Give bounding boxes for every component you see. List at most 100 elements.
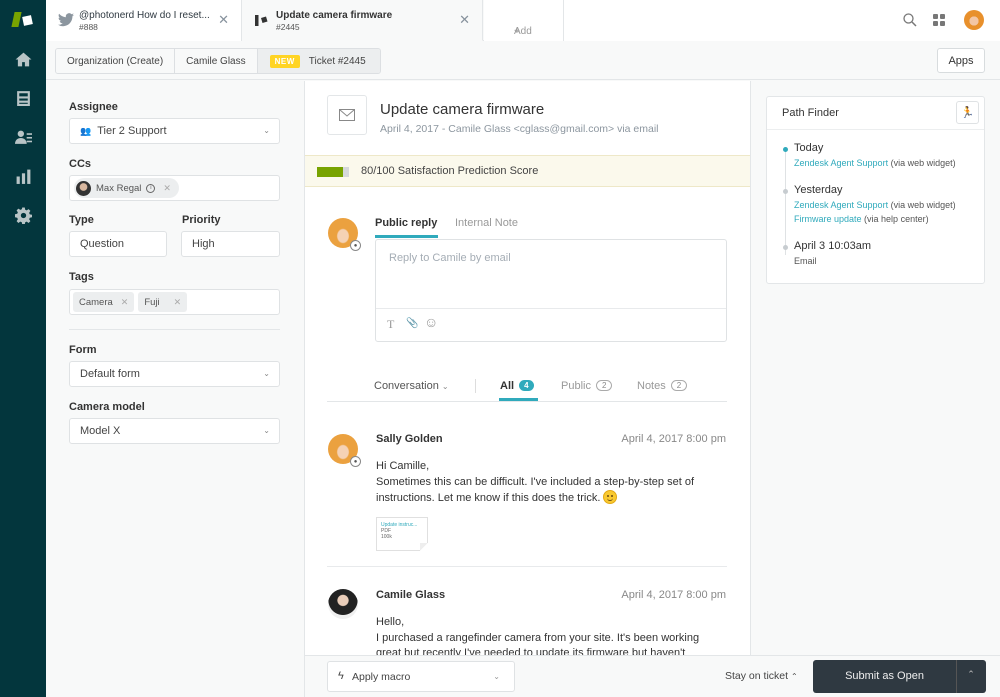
email-icon [339,109,355,121]
apps-button[interactable]: Apps [937,48,985,73]
path-finder-button[interactable]: 🏃 [956,101,979,124]
submit-options-chevron-icon[interactable]: ⌃ [956,669,986,680]
tab-public-reply[interactable]: Public reply [375,217,437,229]
home-icon [15,52,31,66]
chevron-down-icon: ⌄ [493,672,500,681]
filter-notes[interactable]: Notes 2 [637,380,688,392]
priority-label: Priority [182,214,221,226]
ccs-label: CCs [69,158,92,170]
info-icon[interactable]: i [146,183,156,193]
message-author[interactable]: Camile Glass [376,589,445,601]
nav-customers[interactable] [0,122,46,152]
nav-admin[interactable] [0,200,46,230]
remove-icon[interactable]: ✕ [174,297,182,308]
agent-icon: ● [350,240,361,251]
submit-button[interactable]: Submit as Open ⌃ [813,660,986,693]
ccs-field[interactable]: Max Regal i ✕ [69,175,280,201]
avatar [328,589,358,619]
reply-editor[interactable]: Reply to Camile by email T 📎 ☺ [375,239,727,342]
tags-field[interactable]: Camera ✕ Fuji ✕ [69,289,280,315]
timeline-entry: Firmware update (via help center) [794,214,929,224]
attachment-thumbnail[interactable]: Update instruc... PDF 100k [376,517,428,551]
camera-model-select[interactable]: Model X ⌄ [69,418,280,444]
tab-ticket-number: #2445 [276,22,300,32]
text-format-icon[interactable]: T [387,317,394,332]
message-author[interactable]: Sally Golden [376,433,443,445]
satisfaction-prediction: 80/100 Satisfaction Prediction Score [305,155,750,187]
active-tab-indicator [375,235,438,238]
tab-title: @photonerd How do I reset... [79,10,210,21]
path-finder-card: Path Finder 🏃 Today Zendesk Agent Suppor… [766,96,985,284]
tab-internal-note[interactable]: Internal Note [455,217,518,229]
timeline-entry: Zendesk Agent Support (via web widget) [794,200,956,210]
close-icon[interactable]: ✕ [459,12,470,28]
group-icon: 👥 [80,125,92,136]
message-timestamp: April 4, 2017 8:00 pm [621,589,726,601]
ticket-meta: April 4, 2017 - Camile Glass <cglass@gma… [380,123,659,135]
divider [69,329,280,330]
assignee-select[interactable]: 👥 Tier 2 Support ⌄ [69,118,280,144]
twitter-icon [58,13,74,27]
user-avatar[interactable] [964,10,984,30]
product-tray-icon[interactable] [933,14,945,26]
breadcrumb-organization[interactable]: Organization (Create) [56,49,176,73]
ticket-action-bar: ϟ Apply macro ⌄ Stay on ticket ⌃ Submit … [305,655,1000,697]
nav-home[interactable] [0,44,46,74]
nav-views[interactable] [0,83,46,113]
priority-select[interactable]: High [181,231,280,257]
attachment-icon[interactable]: 📎 [406,318,418,329]
chevron-down-icon: ⌄ [263,126,270,135]
filter-all[interactable]: All 4 [500,380,534,392]
visited-page-link[interactable]: Zendesk Agent Support [794,158,888,168]
type-select[interactable]: Question [69,231,167,257]
timeline-channel: Email [794,256,817,266]
breadcrumb: Organization (Create) Camile Glass NEW T… [55,48,381,74]
visited-page-link[interactable]: Firmware update [794,214,862,224]
ticket-subject[interactable]: Update camera firmware [380,101,544,118]
tab-bar: @photonerd How do I reset... #888 ✕ Upda… [46,0,1000,41]
emoji-icon[interactable]: ☺ [424,314,438,330]
remove-icon[interactable]: ✕ [121,297,129,308]
chevron-down-icon: ⌄ [441,382,449,391]
message-body: Hi Camille, Sometimes this can be diffic… [376,460,695,504]
attachment-size: 100k [381,534,392,540]
breadcrumb-ticket[interactable]: NEW Ticket #2445 [257,49,380,73]
zendesk-logo[interactable] [11,10,34,30]
close-icon[interactable]: ✕ [218,12,229,28]
agent-icon: ● [350,456,361,467]
apply-macro-button[interactable]: ϟ Apply macro ⌄ [327,661,515,692]
visited-page-link[interactable]: Zendesk Agent Support [794,200,888,210]
zendesk-icon [255,15,268,26]
count-badge: 4 [519,380,534,391]
avatar [76,180,91,196]
tab-twitter-ticket[interactable]: @photonerd How do I reset... #888 ✕ [46,0,242,41]
breadcrumb-requester[interactable]: Camile Glass [175,49,258,73]
status-badge: NEW [269,54,300,68]
search-icon[interactable] [902,12,918,28]
cc-chip[interactable]: Max Regal i ✕ [74,178,179,198]
remove-icon[interactable]: ✕ [163,183,171,194]
camera-model-label: Camera model [69,401,145,413]
tab-current-ticket[interactable]: Update camera firmware #2445 ✕ [242,0,483,41]
add-tab-button[interactable]: + Add [484,0,564,41]
path-finder-title: Path Finder [782,107,839,119]
chevron-down-icon: ⌄ [263,426,270,435]
form-select[interactable]: Default form ⌄ [69,361,280,387]
bar-chart-icon [16,169,30,184]
conversation-dropdown[interactable]: Conversation ⌄ [374,380,449,392]
customers-icon [14,130,32,144]
stay-on-ticket-toggle[interactable]: Stay on ticket ⌃ [725,670,798,682]
running-person-icon: 🏃 [960,107,975,119]
lightning-icon: ϟ [338,670,344,682]
nav-reporting[interactable] [0,161,46,191]
tab-title: Update camera firmware [276,10,393,21]
timeline-date: Today [794,142,824,154]
filter-public[interactable]: Public 2 [561,380,613,392]
timeline-entry: Zendesk Agent Support (via web widget) [794,158,956,168]
tag-chip[interactable]: Camera ✕ [73,292,135,312]
tag-chip[interactable]: Fuji ✕ [138,292,188,312]
timeline-dot [783,189,788,194]
apps-panel: Path Finder 🏃 Today Zendesk Agent Suppor… [750,81,1000,697]
chevron-down-icon: ⌄ [263,369,270,378]
reply-placeholder: Reply to Camile by email [389,252,511,264]
